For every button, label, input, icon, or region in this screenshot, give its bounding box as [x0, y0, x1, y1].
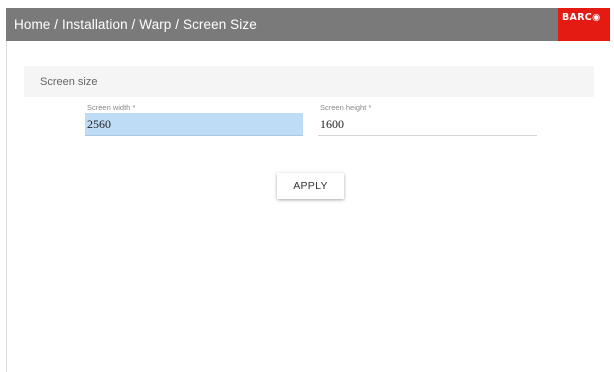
breadcrumb[interactable]: Home / Installation / Warp / Screen Size — [14, 17, 257, 32]
screen-height-label: Screen height * — [320, 103, 372, 112]
content-left-border — [6, 41, 7, 372]
top-bar: Home / Installation / Warp / Screen Size… — [6, 8, 610, 41]
screen-height-input[interactable] — [318, 113, 537, 136]
screen-width-input[interactable] — [85, 113, 303, 136]
section-header: Screen size — [24, 66, 594, 97]
screen-width-label: Screen width * — [87, 103, 136, 112]
screen-size-page: Home / Installation / Warp / Screen Size… — [0, 0, 614, 372]
barco-logo: BARC◉ — [558, 8, 610, 41]
apply-button[interactable]: APPLY — [277, 173, 344, 199]
section-title: Screen size — [40, 76, 98, 88]
logo-text: BARC◉ — [562, 12, 601, 23]
